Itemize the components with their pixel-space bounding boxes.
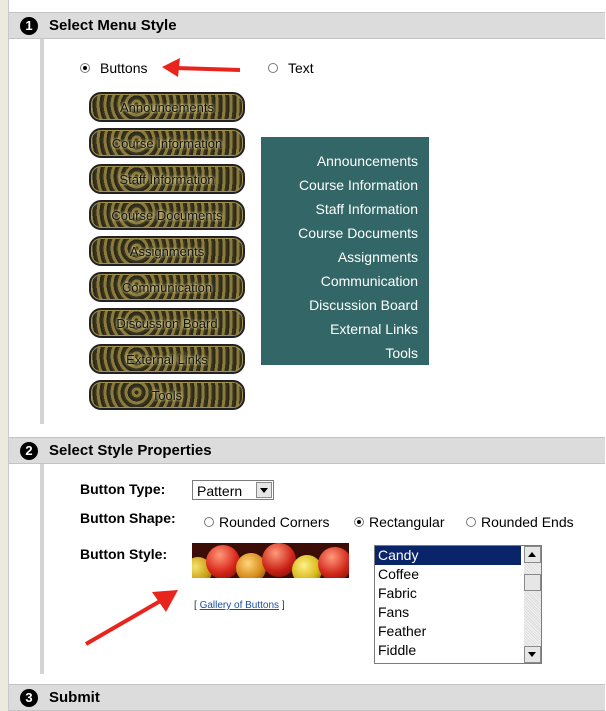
- menu-button-assignments[interactable]: Assignments: [89, 236, 245, 266]
- list-item-fabric[interactable]: Fabric: [375, 584, 521, 603]
- gallery-bracket-close: ]: [279, 600, 285, 611]
- button-style-list[interactable]: Candy Coffee Fabric Fans Feather Fiddle: [374, 545, 542, 664]
- menu-button-course-documents[interactable]: Course Documents: [89, 200, 245, 230]
- text-menu-preview: Announcements Course Information Staff I…: [261, 137, 429, 365]
- text-menu-item-tools[interactable]: Tools: [261, 341, 418, 365]
- button-type-label: Button Type:: [80, 481, 166, 497]
- list-scrollbar[interactable]: [524, 546, 541, 663]
- list-item-coffee[interactable]: Coffee: [375, 565, 521, 584]
- section-header-1: 1 Select Menu Style: [9, 12, 605, 39]
- candy-style-preview: [192, 543, 349, 578]
- text-menu-item-course-documents[interactable]: Course Documents: [261, 221, 418, 245]
- radio-rectangular-label[interactable]: Rectangular: [369, 514, 445, 530]
- section-title-1: Select Menu Style: [49, 17, 177, 34]
- section-header-3: 3 Submit: [9, 684, 605, 711]
- list-item-feather[interactable]: Feather: [375, 622, 521, 641]
- gallery-of-buttons: [ Gallery of Buttons ]: [194, 600, 285, 611]
- radio-buttons[interactable]: [80, 63, 90, 73]
- menu-button-staff-information[interactable]: Staff Information: [89, 164, 245, 194]
- button-menu-preview: Announcements Course Information Staff I…: [89, 92, 245, 416]
- text-menu-item-announcements[interactable]: Announcements: [261, 149, 418, 173]
- text-menu-item-external-links[interactable]: External Links: [261, 317, 418, 341]
- menu-button-external-links[interactable]: External Links: [89, 344, 245, 374]
- text-menu-item-communication[interactable]: Communication: [261, 269, 418, 293]
- radio-rounded-corners-label[interactable]: Rounded Corners: [219, 514, 330, 530]
- section-number-2: 2: [20, 442, 38, 460]
- button-type-value: Pattern: [197, 483, 243, 499]
- radio-text-label[interactable]: Text: [288, 60, 314, 76]
- section-header-2: 2 Select Style Properties: [9, 437, 605, 464]
- button-style-label: Button Style:: [80, 546, 168, 562]
- button-type-select[interactable]: Pattern: [192, 480, 274, 500]
- section-number-3: 3: [20, 689, 38, 707]
- gallery-of-buttons-link[interactable]: Gallery of Buttons: [200, 600, 279, 611]
- list-item-fiddle[interactable]: Fiddle: [375, 641, 521, 660]
- scroll-up-icon[interactable]: [524, 546, 541, 563]
- section-2-bar: [40, 464, 44, 674]
- section-number-1: 1: [20, 17, 38, 35]
- list-item-fans[interactable]: Fans: [375, 603, 521, 622]
- radio-rounded-ends-label[interactable]: Rounded Ends: [481, 514, 574, 530]
- menu-button-announcements[interactable]: Announcements: [89, 92, 245, 122]
- menu-button-course-information[interactable]: Course Information: [89, 128, 245, 158]
- section-title-2: Select Style Properties: [49, 442, 212, 459]
- section-title-3: Submit: [49, 689, 100, 706]
- radio-text[interactable]: [268, 63, 278, 73]
- menu-button-tools[interactable]: Tools: [89, 380, 245, 410]
- button-shape-label: Button Shape:: [80, 510, 176, 526]
- menu-button-communication[interactable]: Communication: [89, 272, 245, 302]
- chevron-down-icon[interactable]: [256, 482, 272, 498]
- section-1-bar: [40, 39, 44, 424]
- radio-rectangular[interactable]: [354, 517, 364, 527]
- text-menu-item-discussion-board[interactable]: Discussion Board: [261, 293, 418, 317]
- radio-rounded-corners[interactable]: [204, 517, 214, 527]
- radio-rounded-ends[interactable]: [466, 517, 476, 527]
- menu-button-discussion-board[interactable]: Discussion Board: [89, 308, 245, 338]
- scroll-down-icon[interactable]: [524, 646, 541, 663]
- scroll-thumb[interactable]: [524, 574, 541, 591]
- text-menu-item-assignments[interactable]: Assignments: [261, 245, 418, 269]
- text-menu-item-course-information[interactable]: Course Information: [261, 173, 418, 197]
- text-menu-item-staff-information[interactable]: Staff Information: [261, 197, 418, 221]
- list-item-candy[interactable]: Candy: [375, 546, 521, 565]
- radio-buttons-label[interactable]: Buttons: [100, 60, 147, 76]
